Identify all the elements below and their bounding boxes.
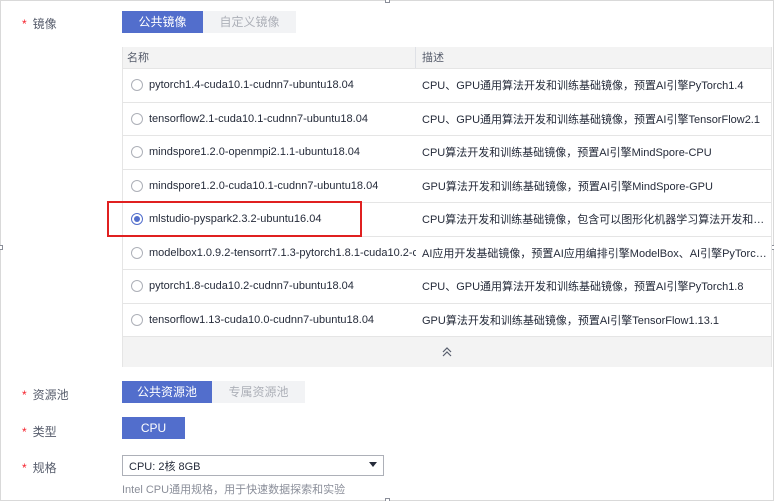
required-mark: * bbox=[22, 461, 27, 475]
image-source-tabs: 公共镜像 自定义镜像 bbox=[122, 11, 296, 33]
radio-button[interactable] bbox=[131, 146, 143, 159]
pool-label-text: 资源池 bbox=[32, 388, 69, 402]
radio-button[interactable] bbox=[131, 112, 143, 125]
radio-button[interactable] bbox=[131, 246, 143, 259]
double-chevron-up-icon bbox=[442, 347, 452, 357]
column-header-desc: 描述 bbox=[422, 52, 444, 64]
pool-field-label: * 资源池 bbox=[22, 386, 69, 403]
image-name: modelbox1.0.9.2-tensorrt7.1.3-pytorch1.8… bbox=[149, 246, 416, 259]
spec-label-text: 规格 bbox=[32, 461, 57, 475]
table-row[interactable]: tensorflow1.13-cuda10.0-cudnn7-ubuntu18.… bbox=[123, 304, 771, 337]
table-row[interactable]: pytorch1.4-cuda10.1-cudnn7-ubuntu18.04 C… bbox=[123, 69, 771, 103]
tab-custom-image[interactable]: 自定义镜像 bbox=[203, 11, 296, 33]
radio-button[interactable] bbox=[131, 313, 143, 326]
spec-select[interactable]: CPU: 2核 8GB bbox=[122, 455, 384, 476]
image-name: mindspore1.2.0-openmpi2.1.1-ubuntu18.04 bbox=[149, 146, 360, 159]
table-header: 名称 描述 bbox=[123, 47, 771, 69]
radio-button[interactable] bbox=[131, 79, 143, 92]
selection-highlight-box bbox=[107, 201, 362, 237]
type-tabs: CPU bbox=[122, 417, 185, 439]
spec-hint: Intel CPU通用规格，用于快速数据探索和实验 bbox=[122, 484, 346, 496]
image-desc: GPU算法开发和训练基础镜像，预置AI引擎TensorFlow1.13.1 bbox=[422, 314, 720, 327]
tab-public-image[interactable]: 公共镜像 bbox=[122, 11, 203, 33]
resize-handle-left[interactable] bbox=[0, 245, 3, 250]
image-desc: CPU、GPU通用算法开发和训练基础镜像，预置AI引擎PyTorch1.8 bbox=[422, 281, 744, 294]
type-field-label: * 类型 bbox=[22, 423, 57, 440]
image-desc: CPU、GPU通用算法开发和训练基础镜像，预置AI引擎PyTorch1.4 bbox=[422, 80, 744, 93]
image-name: pytorch1.4-cuda10.1-cudnn7-ubuntu18.04 bbox=[149, 79, 354, 92]
image-desc: CPU、GPU通用算法开发和训练基础镜像，预置AI引擎TensorFlow2.1 bbox=[422, 113, 760, 126]
image-desc: CPU算法开发和训练基础镜像，包含可以图形化机器学习算法开发和调测MLStudi… bbox=[422, 214, 771, 227]
table-row[interactable]: modelbox1.0.9.2-tensorrt7.1.3-pytorch1.8… bbox=[123, 237, 771, 270]
image-name: tensorflow2.1-cuda10.1-cudnn7-ubuntu18.0… bbox=[149, 112, 368, 125]
image-field-label: * 镜像 bbox=[22, 15, 57, 32]
image-name: mindspore1.2.0-cuda10.1-cudnn7-ubuntu18.… bbox=[149, 179, 379, 192]
tab-public-pool[interactable]: 公共资源池 bbox=[122, 381, 212, 403]
image-desc: AI应用开发基础镜像，预置AI应用编排引擎ModelBox、AI引擎PyTorc… bbox=[422, 247, 771, 260]
required-mark: * bbox=[22, 425, 27, 439]
spec-select-value: CPU: 2核 8GB bbox=[129, 460, 201, 473]
table-row[interactable]: mindspore1.2.0-cuda10.1-cudnn7-ubuntu18.… bbox=[123, 170, 771, 203]
type-label-text: 类型 bbox=[32, 425, 57, 439]
column-header-name: 名称 bbox=[123, 47, 416, 68]
image-desc: CPU算法开发和训练基础镜像，预置AI引擎MindSpore-CPU bbox=[422, 147, 712, 160]
required-mark: * bbox=[22, 388, 27, 402]
tab-cpu[interactable]: CPU bbox=[122, 417, 185, 439]
radio-button[interactable] bbox=[131, 280, 143, 293]
table-row[interactable]: pytorch1.8-cuda10.2-cudnn7-ubuntu18.04 C… bbox=[123, 270, 771, 304]
image-label-text: 镜像 bbox=[32, 17, 57, 31]
radio-button[interactable] bbox=[131, 179, 143, 192]
tab-dedicated-pool[interactable]: 专属资源池 bbox=[212, 381, 305, 403]
chevron-down-icon bbox=[369, 462, 377, 467]
collapse-table-button[interactable] bbox=[123, 337, 771, 367]
resize-handle-top[interactable] bbox=[385, 0, 390, 3]
image-desc: GPU算法开发和训练基础镜像，预置AI引擎MindSpore-GPU bbox=[422, 180, 713, 193]
image-name: pytorch1.8-cuda10.2-cudnn7-ubuntu18.04 bbox=[149, 280, 354, 293]
pool-tabs: 公共资源池 专属资源池 bbox=[122, 381, 305, 403]
required-mark: * bbox=[22, 17, 27, 31]
table-row[interactable]: tensorflow2.1-cuda10.1-cudnn7-ubuntu18.0… bbox=[123, 103, 771, 136]
spec-field-label: * 规格 bbox=[22, 459, 57, 476]
table-row[interactable]: mindspore1.2.0-openmpi2.1.1-ubuntu18.04 … bbox=[123, 136, 771, 170]
image-name: tensorflow1.13-cuda10.0-cudnn7-ubuntu18.… bbox=[149, 313, 375, 326]
